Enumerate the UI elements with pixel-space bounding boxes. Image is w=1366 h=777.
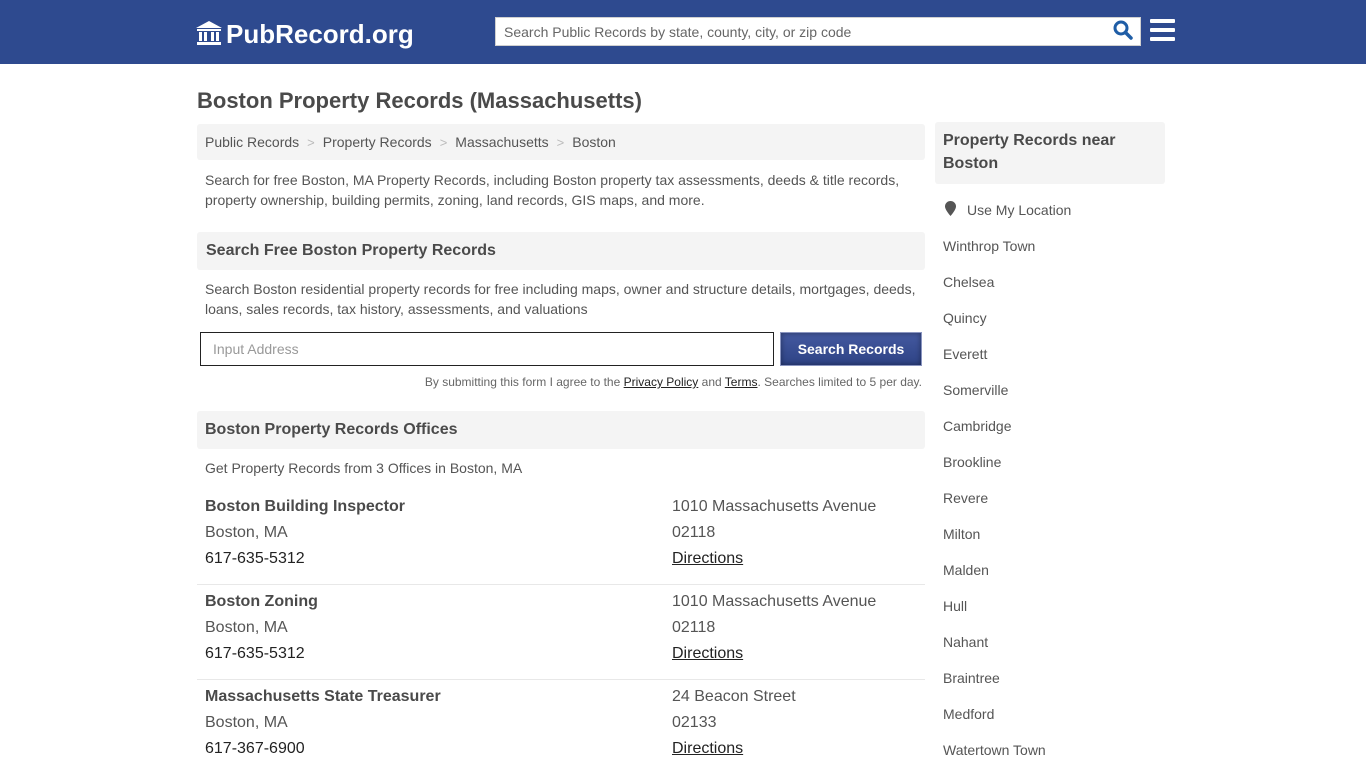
courthouse-icon [195,19,226,50]
office-name: Boston Zoning [205,593,318,610]
use-my-location-button[interactable]: Use My Location [943,201,1071,219]
breadcrumb-separator: > [556,134,565,150]
office-zip: 02118 [672,619,716,636]
nearby-city-link[interactable]: Nahant [943,634,988,650]
nearby-city-link[interactable]: Somerville [943,382,1008,398]
office-street: 24 Beacon Street [672,688,796,705]
breadcrumb-separator: > [307,134,315,150]
office-list-item: Boston Zoning Boston, MA 617-635-5312 10… [197,585,925,680]
office-phone[interactable]: 617-635-5312 [205,550,305,568]
office-phone[interactable]: 617-635-5312 [205,645,305,663]
office-list-item: Boston Building Inspector Boston, MA 617… [197,490,925,585]
global-search-button[interactable] [1106,18,1140,45]
disclaimer-prefix: By submitting this form I agree to the [424,375,624,389]
nearby-city-link[interactable]: Cambridge [943,418,1011,434]
privacy-policy-link[interactable]: Privacy Policy [624,375,699,389]
search-records-button[interactable]: Search Records [780,332,922,366]
office-street: 1010 Massachusetts Avenue [672,593,877,610]
global-search-bar [495,17,1141,46]
intro-text: Search for free Boston, MA Property Reco… [205,172,900,208]
use-my-location-label: Use My Location [967,202,1072,218]
offices-section-heading: Boston Property Records Offices [197,411,925,449]
breadcrumb-boston[interactable]: Boston [572,134,616,150]
nearby-city-link[interactable]: Milton [943,526,980,542]
office-city: Boston, MA [205,714,288,731]
office-city: Boston, MA [205,524,288,541]
top-navigation-bar: PubRecord.org [0,0,1366,64]
nearby-cities-list: Winthrop Town Chelsea Quincy Everett Som… [943,237,1046,777]
breadcrumb-massachusetts[interactable]: Massachusetts [455,134,548,150]
breadcrumb-separator: > [439,134,448,150]
office-name: Boston Building Inspector [205,498,405,515]
map-marker-icon [943,201,967,219]
search-section-description: Search Boston residential property recor… [205,281,916,317]
directions-link[interactable]: Directions [672,740,743,758]
nearby-city-link[interactable]: Watertown Town [943,742,1046,758]
nearby-city-link[interactable]: Hull [943,598,967,614]
site-logo[interactable]: PubRecord.org [195,17,414,51]
global-search-input[interactable] [496,18,1106,45]
breadcrumb-public-records[interactable]: Public Records [205,134,299,150]
disclaimer-and: and [698,375,725,389]
nearby-city-link[interactable]: Malden [943,562,989,578]
nearby-city-link[interactable]: Everett [943,346,987,362]
nearby-city-link[interactable]: Chelsea [943,274,994,290]
page-title: Boston Property Records (Massachusetts) [197,88,642,113]
directions-link[interactable]: Directions [672,550,743,568]
office-phone[interactable]: 617-367-6900 [205,740,305,758]
disclaimer-suffix: . Searches limited to 5 per day. [757,375,922,389]
nearby-city-link[interactable]: Braintree [943,670,1000,686]
search-icon [1113,20,1133,43]
breadcrumb-property-records[interactable]: Property Records [323,134,432,150]
office-city: Boston, MA [205,619,288,636]
address-input[interactable] [200,332,774,366]
terms-link[interactable]: Terms [725,375,758,389]
offices-section-description: Get Property Records from 3 Offices in B… [205,460,523,476]
sidebar-heading: Property Records near Boston [935,122,1165,184]
breadcrumb: Public Records > Property Records > Mass… [197,124,925,160]
office-zip: 02118 [672,524,716,541]
search-disclaimer: By submitting this form I agree to the P… [200,375,922,389]
nearby-city-link[interactable]: Quincy [943,310,987,326]
nearby-city-link[interactable]: Brookline [943,454,1001,470]
nearby-city-link[interactable]: Winthrop Town [943,238,1035,254]
office-name: Massachusetts State Treasurer [205,688,441,705]
office-zip: 02133 [672,714,717,731]
nearby-city-link[interactable]: Revere [943,490,988,506]
office-street: 1010 Massachusetts Avenue [672,498,877,515]
logo-text: PubRecord.org [226,18,414,49]
nearby-city-link[interactable]: Medford [943,706,994,722]
search-section-heading: Search Free Boston Property Records [197,232,925,270]
directions-link[interactable]: Directions [672,645,743,663]
hamburger-menu-icon[interactable] [1150,19,1175,41]
office-list-item: Massachusetts State Treasurer Boston, MA… [197,680,925,775]
